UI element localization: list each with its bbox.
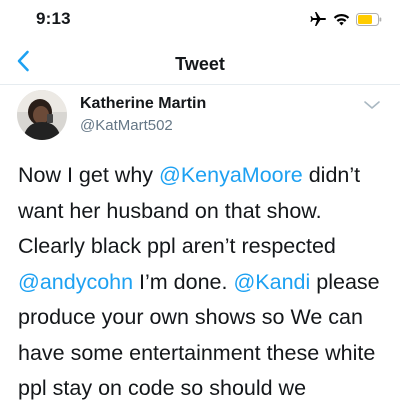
wifi-icon [333,13,350,26]
nav-bar: Tweet [0,44,400,85]
mention-link[interactable]: @Kandi [233,270,310,294]
more-options-button[interactable] [362,98,382,112]
status-bar: 9:13 [0,0,400,40]
airplane-icon [309,11,327,27]
avatar[interactable] [17,90,67,140]
tweet-header: Katherine Martin @KatMart502 [0,88,400,148]
mention-link[interactable]: @andycohn [18,270,133,294]
battery-icon [356,12,382,26]
author-handle[interactable]: @KatMart502 [80,117,173,134]
status-time: 9:13 [36,9,71,28]
tweet-text: Now I get why @KenyaMoore didn’t want he… [18,158,388,407]
tweet-text-segment: Now I get why [18,163,159,187]
page-title: Tweet [175,54,225,74]
mention-link[interactable]: @KenyaMoore [159,163,303,187]
tweet-text-segment: I’m done. [133,269,234,294]
status-icons [309,10,382,28]
author-name[interactable]: Katherine Martin [80,95,206,113]
chevron-down-icon [362,99,382,116]
